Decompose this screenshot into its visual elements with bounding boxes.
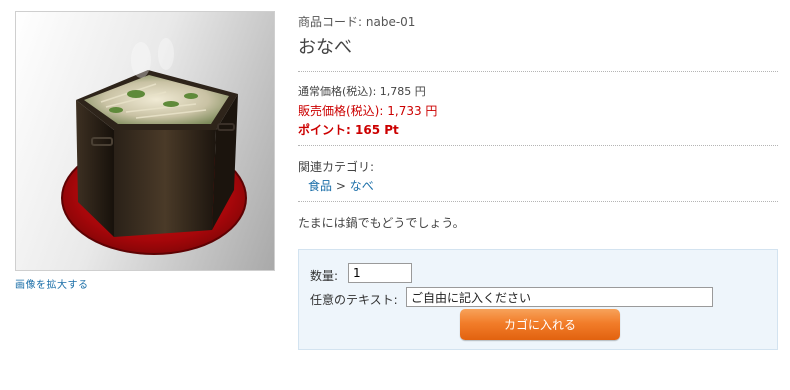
points: ポイント: 165 Pt <box>298 121 399 138</box>
enlarge-image-link[interactable]: 画像を拡大する <box>15 276 89 291</box>
product-code-value: nabe-01 <box>365 15 416 29</box>
free-text-label: 任意のテキスト: <box>310 293 398 307</box>
regular-price-label: 通常価格(税込): <box>298 85 377 98</box>
category-link-food[interactable]: 食品 <box>308 179 332 193</box>
sale-price-label: 販売価格(税込): <box>298 104 384 118</box>
regular-price-value: 1,785 円 <box>379 85 426 98</box>
product-image[interactable] <box>15 11 275 271</box>
category-breadcrumb: 食品 > なべ <box>308 177 374 194</box>
sale-price: 販売価格(税込): 1,733 円 <box>298 102 437 119</box>
quantity-input[interactable] <box>348 263 412 283</box>
add-to-cart-button[interactable]: カゴに入れる <box>460 309 620 340</box>
nabe-pot-image <box>61 38 247 255</box>
divider <box>298 201 778 202</box>
product-description: たまには鍋でもどうでしょう。 <box>298 216 465 230</box>
product-code-label: 商品コード: <box>298 15 363 29</box>
divider <box>298 145 778 146</box>
points-value: 165 Pt <box>355 123 399 137</box>
add-to-cart-form: 数量: 任意のテキスト: カゴに入れる <box>298 249 778 350</box>
regular-price: 通常価格(税込): 1,785 円 <box>298 83 426 99</box>
category-separator: > <box>335 179 346 193</box>
divider <box>298 71 778 72</box>
points-label: ポイント: <box>298 123 351 137</box>
quantity-label: 数量: <box>310 269 339 283</box>
related-category-label: 関連カテゴリ: <box>298 160 375 174</box>
sale-price-value: 1,733 円 <box>387 104 438 118</box>
product-code: 商品コード: nabe-01 <box>298 13 415 30</box>
free-text-input[interactable] <box>406 287 713 307</box>
product-title: おなべ <box>298 37 352 58</box>
category-link-nabe[interactable]: なべ <box>350 179 374 193</box>
